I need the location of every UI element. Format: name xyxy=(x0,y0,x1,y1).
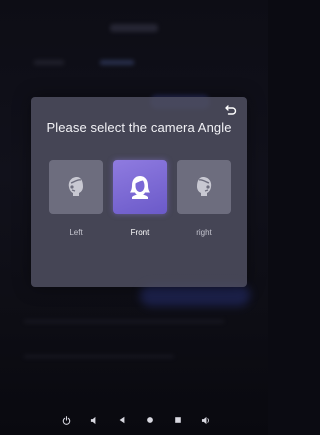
volume-down-button[interactable] xyxy=(89,415,99,425)
option-right[interactable]: right xyxy=(177,160,231,240)
angle-options: Left Front right xyxy=(49,160,231,240)
background-button-glow xyxy=(140,284,250,306)
option-front[interactable]: Front xyxy=(113,160,167,240)
option-tile-selected xyxy=(113,160,167,214)
option-label: Front xyxy=(130,228,150,237)
background-divider xyxy=(24,355,174,358)
volume-down-icon xyxy=(90,416,95,424)
face-left-icon xyxy=(68,177,83,196)
background-title xyxy=(110,24,158,32)
back-arrow-icon xyxy=(225,105,237,115)
home-button[interactable] xyxy=(145,415,155,425)
option-tile xyxy=(49,160,103,214)
background-tab xyxy=(34,60,64,65)
volume-up-button[interactable] xyxy=(201,415,211,425)
recent-square-icon xyxy=(175,417,181,423)
option-left[interactable]: Left xyxy=(49,160,103,240)
screen: Please select the camera Angle Left Fron… xyxy=(0,0,268,435)
power-icon xyxy=(62,415,70,425)
option-tile xyxy=(177,160,231,214)
power-button[interactable] xyxy=(61,415,71,425)
face-right-icon xyxy=(197,177,212,196)
back-nav-button[interactable] xyxy=(117,415,127,425)
recent-apps-button[interactable] xyxy=(173,415,183,425)
option-label: Left xyxy=(69,228,83,237)
camera-angle-dialog: Please select the camera Angle Left Fron… xyxy=(31,97,247,287)
back-triangle-icon xyxy=(119,416,125,424)
option-label: right xyxy=(196,228,212,237)
back-button[interactable] xyxy=(223,103,239,117)
volume-up-icon xyxy=(201,416,209,424)
dialog-title: Please select the camera Angle xyxy=(46,120,232,135)
home-circle-icon xyxy=(147,417,153,423)
background-tab-active xyxy=(100,60,134,65)
background-divider xyxy=(24,320,224,323)
face-front-icon xyxy=(130,176,150,199)
navigation-bar xyxy=(0,405,268,435)
